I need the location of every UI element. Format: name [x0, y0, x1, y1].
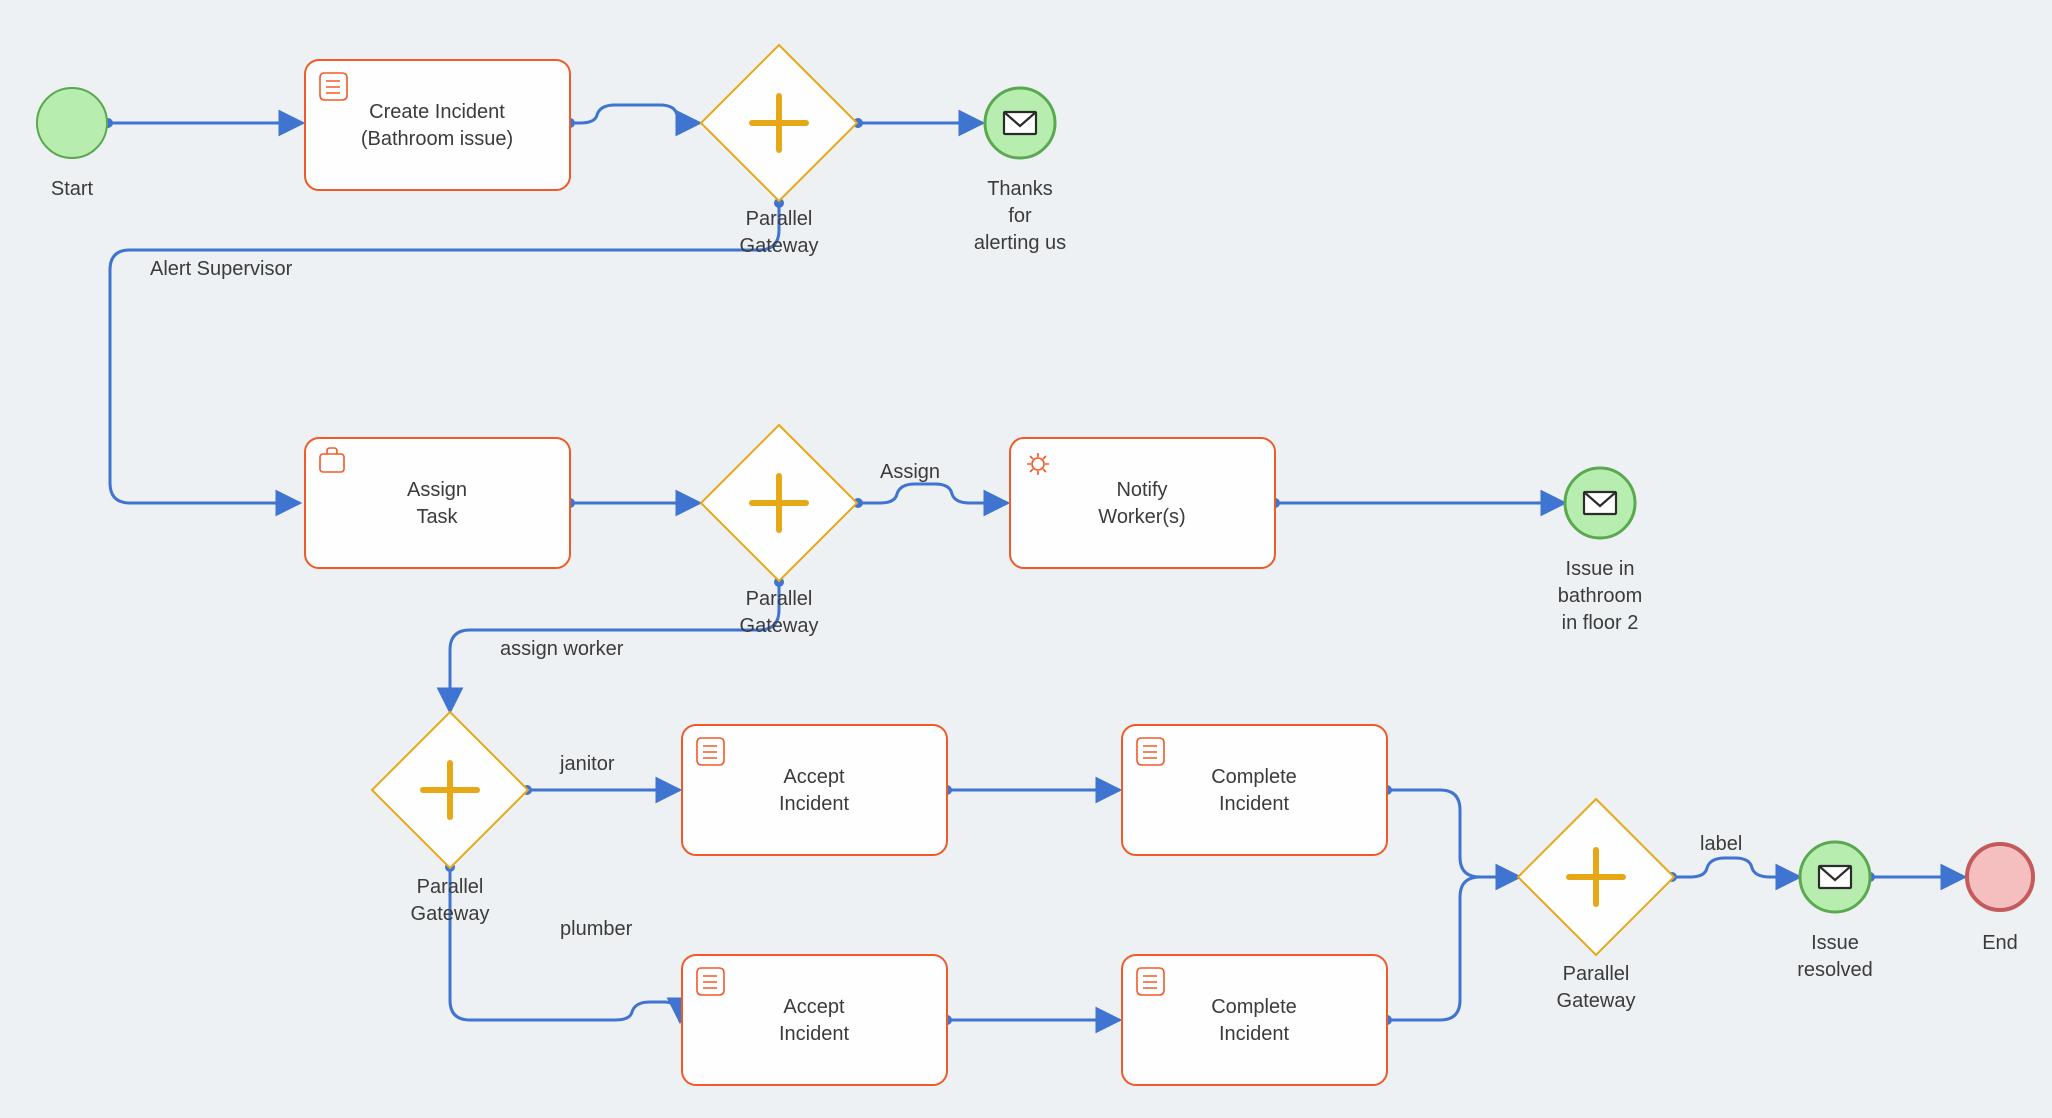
svg-text:(Bathroom issue): (Bathroom issue) — [361, 128, 513, 150]
svg-text:Incident: Incident — [779, 1023, 849, 1045]
message-event-issue[interactable]: Issue in bathroom in floor 2 — [1558, 468, 1643, 634]
edge-plumber: plumber — [560, 918, 633, 940]
svg-text:Issue in: Issue in — [1566, 558, 1635, 580]
svg-text:Gateway: Gateway — [740, 615, 819, 637]
task-accept-incident-plumber[interactable]: Accept Incident — [682, 955, 947, 1085]
task-assign[interactable]: Assign Task — [305, 438, 570, 568]
svg-text:Gateway: Gateway — [411, 903, 490, 925]
message-event-thanks[interactable]: Thanks for alerting us — [974, 88, 1066, 254]
parallel-gateway-3[interactable]: Parallel Gateway — [372, 712, 528, 925]
svg-text:Gateway: Gateway — [1557, 990, 1636, 1012]
svg-text:Gateway: Gateway — [740, 235, 819, 257]
svg-text:Worker(s): Worker(s) — [1098, 506, 1185, 528]
end-event[interactable]: End — [1967, 844, 2033, 954]
svg-text:Assign: Assign — [407, 479, 467, 501]
svg-text:End: End — [1982, 932, 2018, 954]
svg-text:Complete: Complete — [1211, 766, 1297, 788]
svg-text:Parallel: Parallel — [746, 208, 813, 230]
task-complete-incident-plumber[interactable]: Complete Incident — [1122, 955, 1387, 1085]
task-complete-incident-janitor[interactable]: Complete Incident — [1122, 725, 1387, 855]
svg-text:Create Incident: Create Incident — [369, 101, 505, 123]
task-accept-incident-janitor[interactable]: Accept Incident — [682, 725, 947, 855]
svg-text:Complete: Complete — [1211, 996, 1297, 1018]
svg-text:alerting us: alerting us — [974, 232, 1066, 254]
svg-text:Start: Start — [51, 178, 94, 200]
svg-text:in floor 2: in floor 2 — [1562, 612, 1639, 634]
svg-text:Accept: Accept — [783, 996, 845, 1018]
parallel-gateway-2[interactable]: Parallel Gateway — [701, 425, 857, 637]
svg-text:Thanks: Thanks — [987, 178, 1053, 200]
svg-text:for: for — [1008, 205, 1032, 227]
bpmn-diagram: Alert Supervisor Assign assign worker ja… — [0, 0, 2052, 1118]
svg-text:Parallel: Parallel — [746, 588, 813, 610]
edge-label: label — [1700, 833, 1742, 855]
svg-text:Incident: Incident — [1219, 1023, 1289, 1045]
svg-text:resolved: resolved — [1797, 959, 1873, 981]
svg-text:Incident: Incident — [1219, 793, 1289, 815]
svg-text:Parallel: Parallel — [417, 876, 484, 898]
svg-text:Issue: Issue — [1811, 932, 1859, 954]
svg-text:Parallel: Parallel — [1563, 963, 1630, 985]
edge-assign-worker: assign worker — [500, 638, 624, 660]
svg-text:Notify: Notify — [1116, 479, 1167, 501]
start-event[interactable]: Start — [37, 88, 107, 200]
svg-text:Task: Task — [416, 506, 458, 528]
svg-text:Incident: Incident — [779, 793, 849, 815]
svg-text:Accept: Accept — [783, 766, 845, 788]
edge-assign: Assign — [880, 461, 940, 483]
edge-janitor: janitor — [559, 753, 615, 775]
edge-alert-supervisor: Alert Supervisor — [150, 258, 293, 280]
svg-text:bathroom: bathroom — [1558, 585, 1643, 607]
task-notify-workers[interactable]: Notify Worker(s) — [1010, 438, 1275, 568]
message-event-resolved[interactable]: Issue resolved — [1797, 842, 1873, 981]
parallel-gateway-4[interactable]: Parallel Gateway — [1518, 799, 1674, 1012]
task-create-incident[interactable]: Create Incident (Bathroom issue) — [305, 60, 570, 190]
parallel-gateway-1[interactable]: Parallel Gateway — [701, 45, 857, 257]
